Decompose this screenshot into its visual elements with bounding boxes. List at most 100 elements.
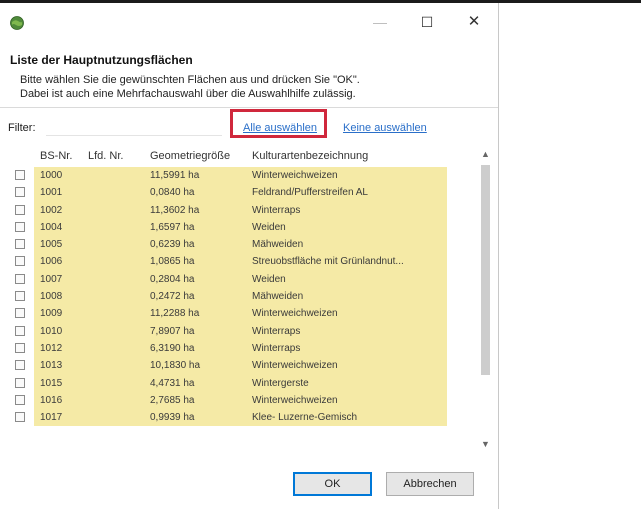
cell-kulturartenbezeichnung: Winterweichweizen bbox=[252, 394, 338, 406]
cell-bs-nr: 1013 bbox=[40, 360, 63, 372]
cell-bs-nr: 1007 bbox=[40, 273, 63, 285]
row-checkbox[interactable] bbox=[15, 394, 25, 405]
select-none-link[interactable]: Keine auswählen bbox=[343, 122, 427, 134]
table-row[interactable]: 1008 0,2472 ha Mähweiden bbox=[10, 288, 475, 306]
table-header: BS-Nr. Lfd. Nr. Geometriegröße Kulturart… bbox=[10, 143, 475, 167]
cell-bs-nr: 1005 bbox=[40, 239, 63, 251]
cell-bs-nr: 1008 bbox=[40, 291, 63, 303]
cell-geometriegroesse: 6,3190 ha bbox=[150, 342, 195, 354]
areas-table: BS-Nr. Lfd. Nr. Geometriegröße Kulturart… bbox=[10, 143, 496, 455]
row-highlight bbox=[34, 218, 447, 237]
separator bbox=[0, 107, 498, 108]
annotation-highlight-box bbox=[230, 109, 327, 138]
scroll-down-icon[interactable]: ▼ bbox=[477, 437, 494, 451]
cell-bs-nr: 1006 bbox=[40, 256, 63, 268]
cell-geometriegroesse: 0,2472 ha bbox=[150, 291, 195, 303]
filter-input[interactable] bbox=[46, 117, 222, 136]
scrollbar-thumb[interactable] bbox=[481, 165, 490, 375]
column-header-geometriegroesse[interactable]: Geometriegröße bbox=[150, 150, 230, 162]
cell-bs-nr: 1009 bbox=[40, 308, 63, 320]
message-line-1: Bitte wählen Sie die gewünschten Flächen… bbox=[20, 74, 360, 86]
row-checkbox[interactable] bbox=[15, 170, 25, 180]
filter-label: Filter: bbox=[8, 122, 36, 134]
row-checkbox[interactable] bbox=[15, 325, 25, 336]
cell-bs-nr: 1002 bbox=[40, 204, 63, 216]
table-row[interactable]: 1016 2,7685 ha Winterweichweizen bbox=[10, 391, 475, 410]
cell-geometriegroesse: 1,0865 ha bbox=[150, 256, 195, 268]
cell-bs-nr: 1015 bbox=[40, 377, 63, 389]
cell-kulturartenbezeichnung: Wintergerste bbox=[252, 377, 309, 389]
row-highlight bbox=[34, 270, 447, 289]
row-highlight bbox=[34, 322, 447, 340]
cell-kulturartenbezeichnung: Winterweichweizen bbox=[252, 360, 338, 372]
cell-geometriegroesse: 11,3602 ha bbox=[150, 204, 200, 216]
row-checkbox[interactable] bbox=[15, 273, 25, 284]
row-checkbox[interactable] bbox=[15, 239, 25, 250]
message-line-2: Dabei ist auch eine Mehrfachauswahl über… bbox=[20, 88, 356, 100]
cell-kulturartenbezeichnung: Winterweichweizen bbox=[252, 170, 338, 181]
cell-geometriegroesse: 0,2804 ha bbox=[150, 273, 195, 285]
row-checkbox[interactable] bbox=[15, 308, 25, 319]
cell-kulturartenbezeichnung: Winterraps bbox=[252, 325, 301, 337]
row-checkbox[interactable] bbox=[15, 221, 25, 232]
row-checkbox[interactable] bbox=[15, 187, 25, 198]
table-row[interactable]: 1015 4,4731 ha Wintergerste bbox=[10, 374, 475, 392]
row-checkbox[interactable] bbox=[15, 342, 25, 353]
cell-geometriegroesse: 0,9939 ha bbox=[150, 412, 195, 424]
table-row[interactable]: 1013 10,1830 ha Winterweichweizen bbox=[10, 357, 475, 375]
cell-geometriegroesse: 11,2288 ha bbox=[150, 308, 200, 320]
row-highlight bbox=[34, 357, 447, 375]
ok-button[interactable]: OK bbox=[293, 472, 372, 496]
cell-kulturartenbezeichnung: Mähweiden bbox=[252, 291, 304, 303]
table-body: 1000 11,5991 ha Winterweichweizen 1001 0,084… bbox=[10, 167, 475, 455]
close-icon[interactable]: ✕ bbox=[459, 11, 489, 33]
row-highlight bbox=[34, 167, 447, 185]
table-row[interactable]: 1010 7,8907 ha Winterraps bbox=[10, 322, 475, 340]
row-checkbox[interactable] bbox=[15, 377, 25, 388]
cell-bs-nr: 1017 bbox=[40, 412, 63, 424]
row-checkbox[interactable] bbox=[15, 204, 25, 215]
row-checkbox[interactable] bbox=[15, 291, 25, 302]
table-row[interactable]: 1017 0,9939 ha Klee- Luzerne-Gemisch bbox=[10, 409, 475, 427]
cell-bs-nr: 1012 bbox=[40, 342, 63, 354]
cell-kulturartenbezeichnung: Weiden bbox=[252, 221, 286, 233]
table-row[interactable]: 1000 11,5991 ha Winterweichweizen bbox=[10, 167, 475, 185]
row-highlight bbox=[34, 409, 447, 427]
column-header-kulturartenbezeichnung[interactable]: Kulturartenbezeichnung bbox=[252, 150, 368, 162]
cell-kulturartenbezeichnung: Mähweiden bbox=[252, 239, 304, 251]
cancel-button[interactable]: Abbrechen bbox=[386, 472, 474, 496]
globe-app-icon bbox=[10, 16, 24, 30]
cell-kulturartenbezeichnung: Winterraps bbox=[252, 204, 301, 216]
cell-kulturartenbezeichnung: Winterweichweizen bbox=[252, 308, 338, 320]
row-checkbox[interactable] bbox=[15, 412, 25, 423]
table-row[interactable]: 1005 0,6239 ha Mähweiden bbox=[10, 236, 475, 254]
scroll-up-icon[interactable]: ▲ bbox=[477, 147, 494, 161]
row-highlight bbox=[34, 236, 447, 254]
cell-geometriegroesse: 0,0840 ha bbox=[150, 187, 195, 199]
row-highlight bbox=[34, 391, 447, 410]
table-row[interactable]: 1006 1,0865 ha Streuobstfläche mit Grünlan… bbox=[10, 253, 475, 271]
row-checkbox[interactable] bbox=[15, 256, 25, 267]
table-row[interactable]: 1009 11,2288 ha Winterweichweizen bbox=[10, 305, 475, 323]
column-header-bs-nr[interactable]: BS-Nr. bbox=[40, 150, 72, 162]
minimize-icon[interactable]: — bbox=[365, 11, 395, 33]
title-bar: — ☐ ✕ bbox=[0, 3, 498, 43]
vertical-scrollbar[interactable]: ▲ ▼ bbox=[477, 143, 494, 455]
cell-kulturartenbezeichnung: Klee- Luzerne-Gemisch bbox=[252, 412, 358, 424]
table-row[interactable]: 1001 0,0840 ha Feldrand/Pufferstreifen AL bbox=[10, 184, 475, 202]
cell-bs-nr: 1004 bbox=[40, 221, 63, 233]
cell-kulturartenbezeichnung: Feldrand/Pufferstreifen AL bbox=[252, 187, 368, 199]
column-header-lfd-nr[interactable]: Lfd. Nr. bbox=[88, 150, 123, 162]
cell-bs-nr: 1000 bbox=[40, 170, 63, 181]
selection-dialog: — ☐ ✕ Liste der Hauptnutzungsflächen Bit… bbox=[0, 3, 499, 509]
dialog-message: Bitte wählen Sie die gewünschten Flächen… bbox=[20, 73, 480, 101]
cell-geometriegroesse: 11,5991 ha bbox=[150, 170, 200, 181]
cell-geometriegroesse: 4,4731 ha bbox=[150, 377, 195, 389]
cell-kulturartenbezeichnung: Weiden bbox=[252, 273, 286, 285]
table-row[interactable]: 1004 1,6597 ha Weiden bbox=[10, 218, 475, 237]
table-row[interactable]: 1012 6,3190 ha Winterraps bbox=[10, 339, 475, 358]
table-row[interactable]: 1002 11,3602 ha Winterraps bbox=[10, 201, 475, 219]
row-checkbox[interactable] bbox=[15, 360, 25, 371]
maximize-icon[interactable]: ☐ bbox=[412, 11, 442, 33]
table-row[interactable]: 1007 0,2804 ha Weiden bbox=[10, 270, 475, 289]
